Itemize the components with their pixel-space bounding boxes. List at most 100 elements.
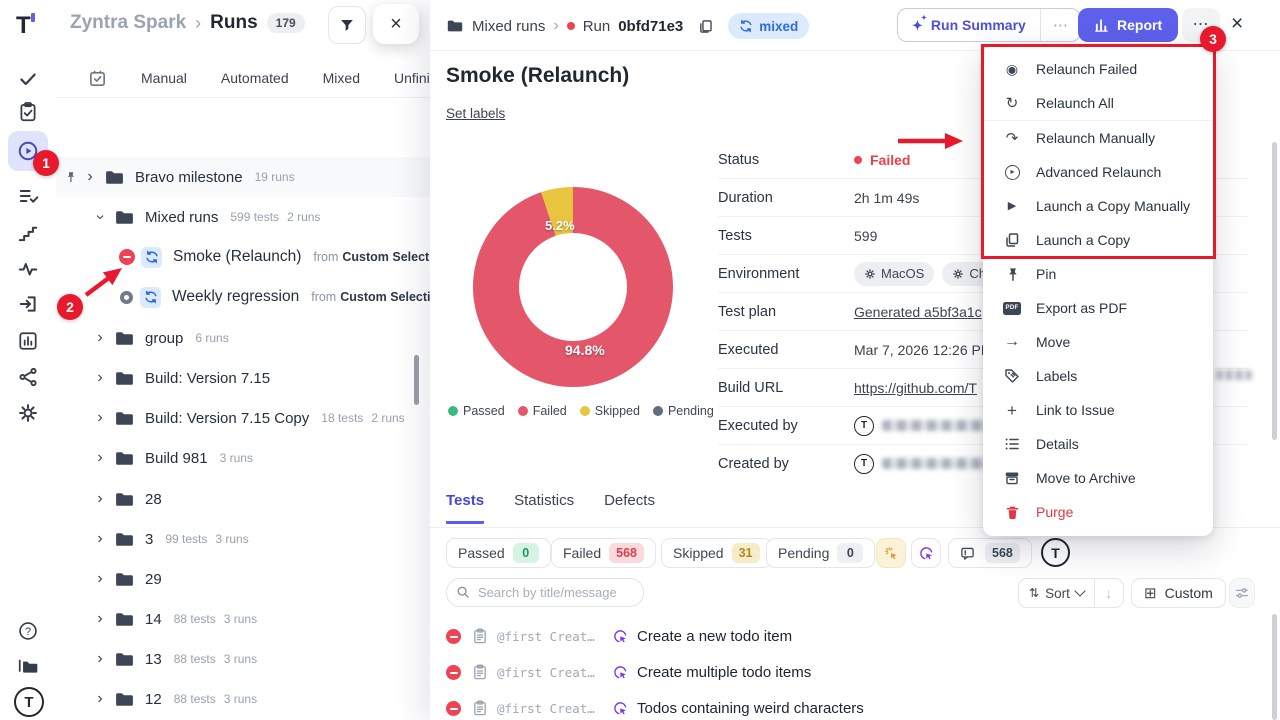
chevron-right-icon[interactable]: ›: [94, 410, 106, 426]
app-logo[interactable]: T: [16, 12, 31, 40]
tree-row-28[interactable]: › 28: [56, 479, 430, 519]
display-settings-button[interactable]: [1229, 578, 1255, 608]
chevron-right-icon[interactable]: ›: [94, 611, 106, 627]
tree-row-bravo-milestone[interactable]: › Bravo milestone 19 runs: [56, 157, 430, 197]
copy-icon[interactable]: [697, 18, 714, 35]
tree-row-smoke-relaunch[interactable]: Smoke (Relaunch) from Custom Selection: [56, 237, 430, 277]
chevron-right-icon[interactable]: ›: [94, 330, 106, 346]
gear-icon: [864, 268, 876, 280]
tree-item-label: 13: [145, 651, 162, 668]
chevron-right-icon[interactable]: ›: [94, 450, 106, 466]
test-row[interactable]: @first Creat… Todos containing weird cha…: [430, 691, 1280, 720]
filter-comments[interactable]: 568: [948, 538, 1032, 568]
tree-row-weekly-regression[interactable]: Weekly regression from Custom Selection: [56, 277, 430, 317]
run-list-icon[interactable]: [88, 69, 107, 88]
project-name[interactable]: Zyntra Spark: [70, 12, 186, 34]
tab-defects[interactable]: Defects: [604, 492, 655, 524]
test-plans-icon[interactable]: [17, 185, 39, 207]
gear-icon: [952, 268, 964, 280]
tree-row-build-715[interactable]: › Build: Version 7.15: [56, 358, 430, 398]
sort-direction-button[interactable]: ↓: [1094, 579, 1123, 607]
sort-button[interactable]: ⇅ Sort: [1019, 579, 1094, 607]
tab-tests[interactable]: Tests: [446, 492, 484, 524]
breadcrumb-folder[interactable]: Mixed runs: [472, 18, 545, 35]
folder-icon: [114, 489, 135, 510]
tree-row-12[interactable]: › 12 88 tests 3 runs: [56, 679, 430, 719]
legend-passed[interactable]: Passed: [448, 404, 505, 418]
tab-unfinished[interactable]: Unfinished: [394, 70, 430, 86]
row-label: Executed by: [718, 418, 854, 434]
menu-item-export-pdf[interactable]: PDF Export as PDF: [983, 291, 1213, 325]
analytics-icon[interactable]: [17, 330, 39, 352]
panel-close-button[interactable]: ×: [373, 4, 419, 44]
close-detail-button[interactable]: ×: [1231, 13, 1243, 34]
milestones-icon[interactable]: [17, 222, 39, 244]
tree-row-build-981[interactable]: › Build 981 3 runs: [56, 438, 430, 478]
panel-scrollbar[interactable]: [1272, 142, 1277, 440]
list-scrollbar[interactable]: [1272, 614, 1277, 720]
env-chip-macos[interactable]: MacOS: [854, 262, 934, 286]
test-plan-link[interactable]: Generated a5bf3a1c: [854, 304, 982, 320]
chevron-right-icon[interactable]: ›: [94, 491, 106, 507]
menu-item-move-to-archive[interactable]: Move to Archive: [983, 461, 1213, 495]
import-icon[interactable]: [17, 293, 39, 315]
run-summary-more-button[interactable]: ⋯: [1040, 9, 1080, 41]
projects-folder-icon[interactable]: [17, 655, 39, 677]
custom-view-button[interactable]: ⊞ Custom: [1131, 578, 1226, 608]
menu-item-labels[interactable]: Labels: [983, 359, 1213, 393]
menu-item-pin[interactable]: Pin: [983, 257, 1213, 291]
report-button[interactable]: Report: [1078, 8, 1178, 42]
filter-pending[interactable]: Pending 0: [766, 538, 875, 568]
tab-mixed[interactable]: Mixed: [323, 70, 360, 86]
help-icon[interactable]: ?: [17, 620, 39, 642]
tree-row-build-715-copy[interactable]: › Build: Version 7.15 Copy 18 tests 2 ru…: [56, 398, 430, 438]
results-check-icon[interactable]: [17, 68, 39, 90]
chevron-right-icon[interactable]: ›: [94, 691, 106, 707]
filter-failed[interactable]: Failed 568: [551, 538, 656, 568]
app-logo-tick: [31, 13, 35, 22]
search-input[interactable]: [446, 578, 644, 607]
build-url-link[interactable]: https://github.com/T: [854, 380, 977, 396]
filter-skipped[interactable]: Skipped 31: [661, 538, 772, 568]
filter-flaky[interactable]: [876, 538, 906, 568]
tab-statistics[interactable]: Statistics: [514, 492, 574, 524]
menu-item-link-to-issue[interactable]: + Link to Issue: [983, 393, 1213, 427]
test-row[interactable]: @first Creat… Create multiple todo items: [430, 655, 1280, 689]
folder-icon: [104, 167, 125, 188]
tree-row-13[interactable]: › 13 88 tests 3 runs: [56, 639, 430, 679]
menu-item-details[interactable]: Details: [983, 427, 1213, 461]
settings-gear-icon[interactable]: [17, 402, 39, 424]
tab-manual[interactable]: Manual: [141, 70, 187, 86]
chevron-down-icon[interactable]: ›: [92, 211, 108, 223]
chevron-right-icon[interactable]: ›: [94, 651, 106, 667]
tree-row-mixed-runs[interactable]: › Mixed runs 599 tests 2 runs: [56, 197, 430, 237]
test-cases-icon[interactable]: [17, 101, 39, 123]
tree-row-3[interactable]: › 3 99 tests 3 runs: [56, 519, 430, 559]
user-filter-avatar[interactable]: T: [1041, 538, 1070, 567]
legend-pending[interactable]: Pending: [653, 404, 714, 418]
legend-failed[interactable]: Failed: [518, 404, 567, 418]
chevron-right-icon[interactable]: ›: [94, 571, 106, 587]
legend-skipped[interactable]: Skipped: [580, 404, 640, 418]
menu-item-move[interactable]: → Move: [983, 325, 1213, 359]
run-summary-button[interactable]: ✦✦Run Summary ⋯: [897, 8, 1081, 42]
tree-row-29[interactable]: › 29: [56, 559, 430, 599]
filter-passed[interactable]: Passed 0: [446, 538, 551, 568]
filter-button[interactable]: [328, 6, 366, 44]
menu-item-purge[interactable]: Purge: [983, 495, 1213, 529]
tree-scrollbar[interactable]: [414, 355, 419, 405]
filter-auto-clicked[interactable]: [911, 538, 941, 568]
chevron-right-icon[interactable]: ›: [94, 531, 106, 547]
test-row[interactable]: @first Creat… Create a new todo item: [430, 619, 1280, 653]
sparkles-icon: ✦✦: [912, 19, 923, 32]
chevron-right-icon[interactable]: ›: [94, 370, 106, 386]
set-labels-link[interactable]: Set labels: [446, 106, 505, 121]
run-type-badge[interactable]: mixed: [728, 13, 809, 39]
branch-icon[interactable]: [17, 366, 39, 388]
tree-row-group[interactable]: › group 6 runs: [56, 318, 430, 358]
chevron-right-icon[interactable]: ›: [84, 169, 96, 185]
account-avatar[interactable]: T: [14, 687, 44, 717]
pulse-icon[interactable]: [17, 258, 39, 280]
tab-automated[interactable]: Automated: [221, 70, 289, 86]
tree-row-14[interactable]: › 14 88 tests 3 runs: [56, 599, 430, 639]
